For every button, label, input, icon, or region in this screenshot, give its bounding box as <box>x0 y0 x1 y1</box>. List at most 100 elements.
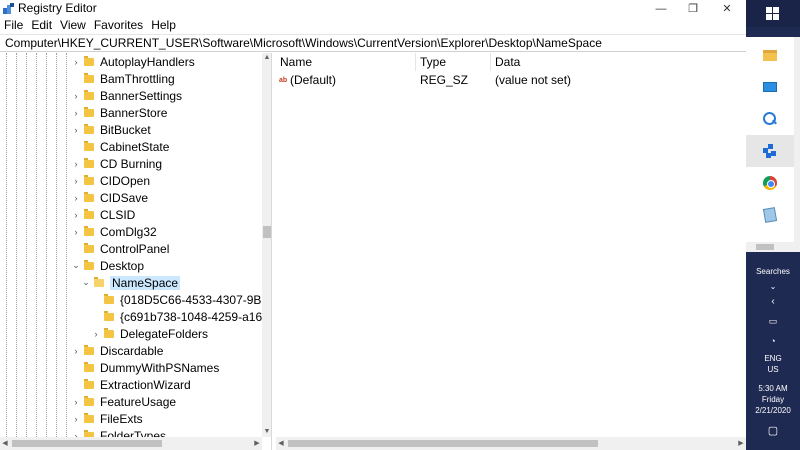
tree-item[interactable]: › CLSID <box>70 206 136 223</box>
chevron-down-icon[interactable]: ⌄ <box>80 277 92 288</box>
tree-item[interactable]: › Discardable <box>70 342 164 359</box>
tree-item[interactable]: › ComDlg32 <box>70 223 157 240</box>
logo-pane <box>773 14 779 20</box>
tree-horizontal-scrollbar[interactable]: ◀ ▶ <box>0 437 262 450</box>
chevron-right-icon[interactable]: › <box>70 176 82 186</box>
region-indicator[interactable]: US <box>746 365 800 374</box>
tree-item-label: FileExts <box>100 411 143 426</box>
tree-item[interactable]: {018D5C66-4533-4307-9B53-224DE2ED1FE6} <box>90 291 271 308</box>
cube-block <box>766 153 771 158</box>
scroll-left-icon[interactable]: ◀ <box>0 437 10 450</box>
tree-item[interactable]: › FileExts <box>70 410 143 427</box>
menu-edit[interactable]: Edit <box>27 17 56 33</box>
close-button[interactable]: ✕ <box>712 0 742 17</box>
values-horizontal-scrollbar[interactable]: ◀ ▶ <box>276 437 746 450</box>
chevron-right-icon[interactable]: › <box>70 108 82 118</box>
scroll-left-icon[interactable]: ◀ <box>276 437 286 450</box>
taskbar-app-search-tool[interactable] <box>746 103 794 135</box>
chevron-right-icon[interactable]: › <box>70 397 82 407</box>
tree-item[interactable]: › DelegateFolders <box>90 325 209 342</box>
tree-item[interactable]: › CIDOpen <box>70 172 151 189</box>
window-title: Registry Editor <box>18 1 97 15</box>
chevron-right-icon[interactable]: › <box>70 159 82 169</box>
menu-help[interactable]: Help <box>147 17 180 33</box>
tree-item-label: DelegateFolders <box>120 326 209 341</box>
chevron-right-icon[interactable]: › <box>90 329 102 339</box>
taskbar-app-cubes[interactable] <box>746 135 794 167</box>
windows-start-icon[interactable] <box>766 7 779 20</box>
tree-item[interactable]: › BitBucket <box>70 121 151 138</box>
folder-icon <box>84 157 94 168</box>
searches-label[interactable]: Searches <box>746 267 800 276</box>
tree-item[interactable]: CabinetState <box>70 138 169 155</box>
clock-date[interactable]: 2/21/2020 <box>746 406 800 415</box>
scroll-thumb[interactable] <box>12 440 162 447</box>
folder-icon <box>84 378 94 389</box>
tree-item[interactable]: › CIDSave <box>70 189 149 206</box>
address-bar[interactable]: Computer\HKEY_CURRENT_USER\Software\Micr… <box>0 34 746 52</box>
cube-block <box>768 144 773 149</box>
scroll-right-icon[interactable]: ▶ <box>736 437 746 450</box>
chevron-down-icon[interactable]: ⌄ <box>70 260 82 271</box>
scroll-up-icon[interactable]: ▲ <box>262 53 271 63</box>
tree-item-label: Discardable <box>100 343 164 358</box>
chevron-right-icon[interactable]: › <box>70 91 82 101</box>
value-row[interactable]: ab (Default) REG_SZ (value not set) <box>276 72 746 89</box>
clock-day[interactable]: Friday <box>746 395 800 404</box>
scroll-right-icon[interactable]: ▶ <box>252 437 262 450</box>
chevron-right-icon[interactable]: › <box>70 346 82 356</box>
maximize-button[interactable]: ❐ <box>678 0 708 17</box>
taskbar-app-chrome[interactable] <box>746 167 794 199</box>
chevron-double-down-icon[interactable]: ⌄ <box>746 282 800 291</box>
tree-item[interactable]: ExtractionWizard <box>70 376 191 393</box>
tree-item[interactable]: BamThrottling <box>70 70 175 87</box>
tree-item[interactable]: ⌄ Desktop <box>70 257 144 274</box>
taskbar-app-notepad[interactable] <box>746 199 794 231</box>
tree-item[interactable]: › BannerStore <box>70 104 168 121</box>
taskbar-scrollbar[interactable] <box>794 37 800 242</box>
column-header-data[interactable]: Data <box>491 53 746 71</box>
tree-item[interactable]: {c691b738-1048-4259-a161-6d4e2a7e5b1c} <box>90 308 271 325</box>
taskbar-horizontal-scrollbar[interactable] <box>746 242 800 252</box>
tree-item-label: ControlPanel <box>100 241 170 256</box>
chevron-right-icon[interactable]: › <box>70 210 82 220</box>
chevron-left-icon[interactable]: ‹ <box>746 296 800 307</box>
folder-icon <box>84 140 94 151</box>
tree-vertical-scrollbar[interactable]: ▲ ▼ <box>262 53 271 437</box>
folder-icon <box>84 225 94 236</box>
tree-item[interactable]: › BannerSettings <box>70 87 183 104</box>
chevron-right-icon[interactable]: › <box>70 193 82 203</box>
scroll-thumb[interactable] <box>263 226 271 238</box>
folder-icon <box>84 89 94 100</box>
tree-item[interactable]: › AutoplayHandlers <box>70 53 195 70</box>
tree-item[interactable]: › CD Burning <box>70 155 163 172</box>
chevron-right-icon[interactable]: › <box>70 57 82 67</box>
language-indicator[interactable]: ENG <box>746 354 800 363</box>
chevron-right-icon[interactable]: › <box>70 125 82 135</box>
menu-view[interactable]: View <box>56 17 90 33</box>
folder-icon <box>94 276 104 287</box>
tree-item[interactable]: ⌄ NameSpace <box>80 274 181 291</box>
minimize-button[interactable]: — <box>646 0 676 17</box>
menu-favorites[interactable]: Favorites <box>90 17 147 33</box>
tree-item[interactable]: › FeatureUsage <box>70 393 177 410</box>
chevron-right-icon[interactable]: › <box>70 227 82 237</box>
column-header-name[interactable]: Name <box>276 53 416 71</box>
tree-item[interactable]: ControlPanel <box>70 240 169 257</box>
notifications-icon[interactable]: ▢ <box>746 424 800 437</box>
tree-item-label: CD Burning <box>100 156 163 171</box>
chevron-right-icon[interactable]: › <box>70 414 82 424</box>
column-header-type[interactable]: Type <box>416 53 491 71</box>
wifi-icon[interactable]: ◔ <box>746 336 800 346</box>
scroll-down-icon[interactable]: ▼ <box>262 427 271 437</box>
scroll-thumb[interactable] <box>756 244 774 250</box>
clock-time[interactable]: 5:30 AM <box>746 384 800 393</box>
taskbar-app-remote-desktop[interactable] <box>746 71 794 103</box>
scroll-thumb[interactable] <box>288 440 598 447</box>
battery-icon[interactable]: ▭ <box>746 316 800 327</box>
taskbar-app-file-explorer[interactable] <box>746 39 794 71</box>
menu-file[interactable]: File <box>0 17 27 33</box>
tree-list: › AutoplayHandlers BamThrottling › BannerSet… <box>0 53 271 443</box>
folder-icon <box>84 191 94 202</box>
tree-item[interactable]: DummyWithPSNames <box>70 359 219 376</box>
